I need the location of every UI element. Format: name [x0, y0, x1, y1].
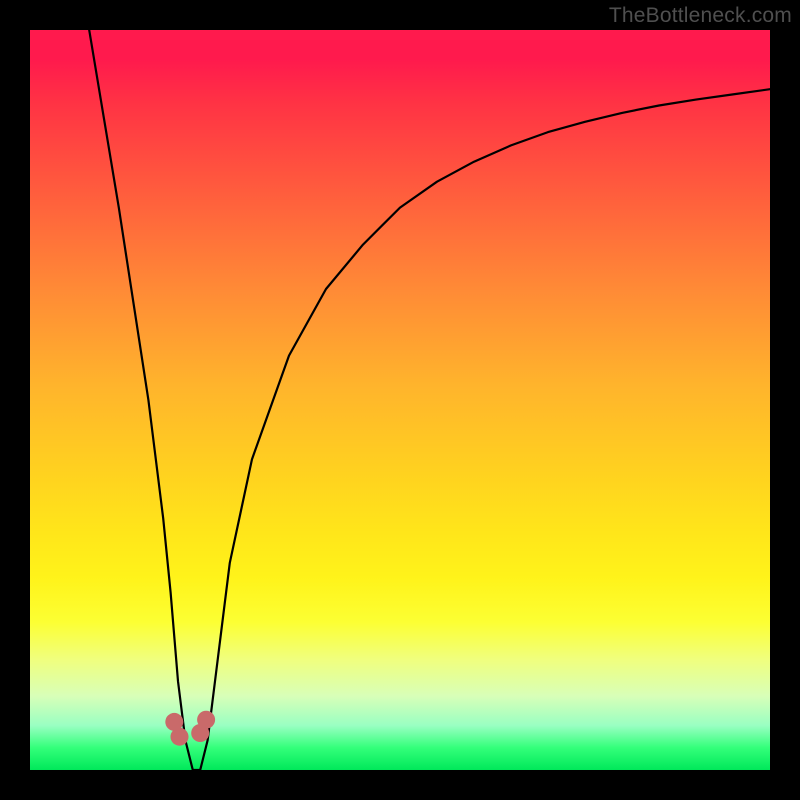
dot-b — [171, 728, 189, 746]
dot-d — [197, 711, 215, 729]
bottleneck-curve-path — [89, 30, 770, 770]
watermark: TheBottleneck.com — [609, 4, 792, 28]
plot-area — [30, 30, 770, 770]
chart-frame: TheBottleneck.com — [0, 0, 800, 800]
curve-layer — [30, 30, 770, 770]
